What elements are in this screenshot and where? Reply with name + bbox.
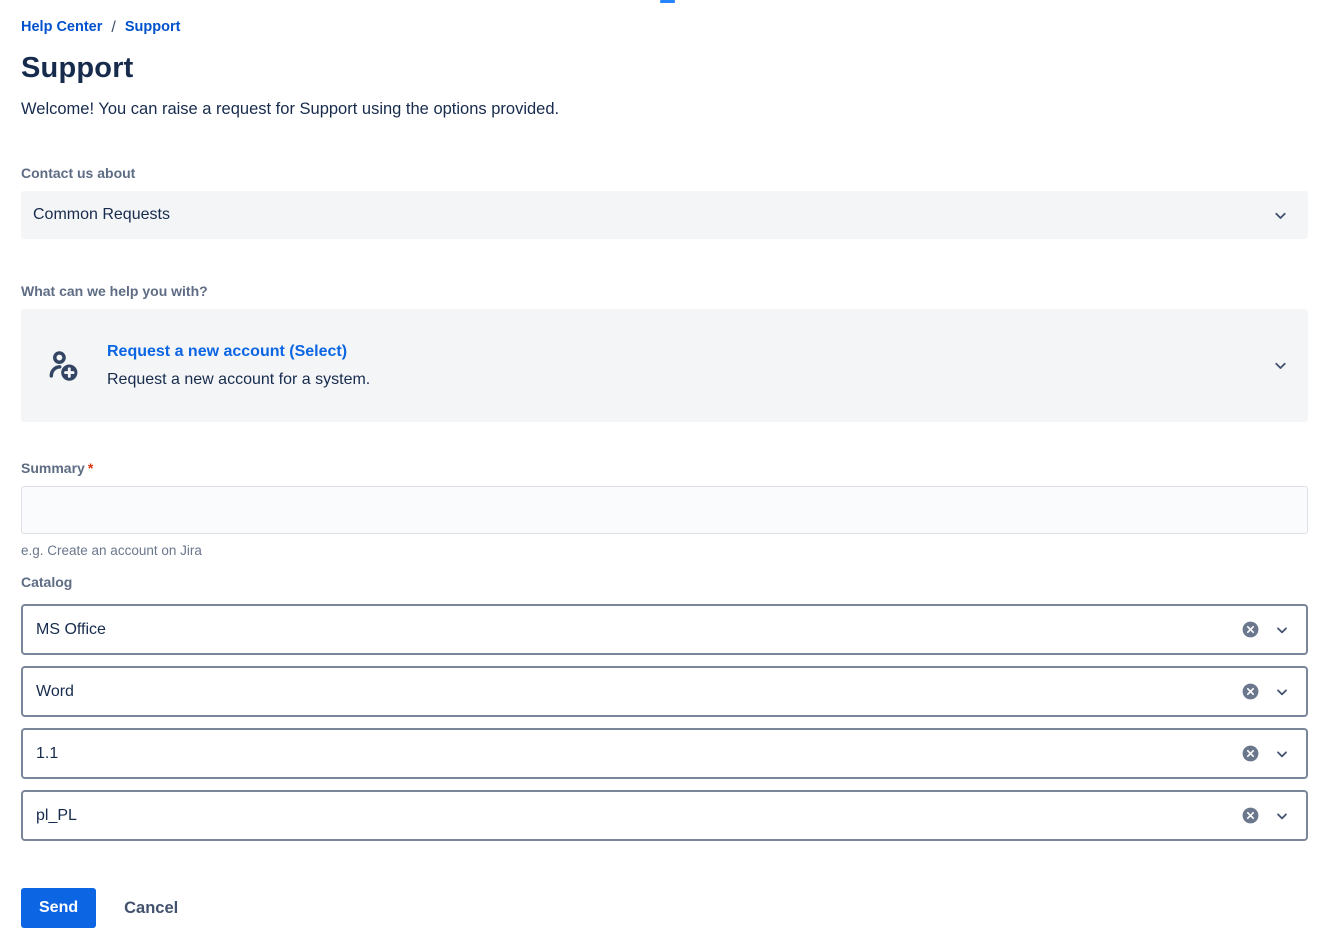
chevron-down-icon: [1274, 622, 1290, 638]
chevron-down-icon: [1272, 207, 1289, 224]
catalog-select-value: MS Office: [36, 621, 1241, 639]
summary-label-text: Summary: [21, 460, 85, 476]
summary-input[interactable]: [21, 486, 1308, 534]
clear-icon[interactable]: [1241, 620, 1260, 639]
request-type-description: Request a new account for a system.: [107, 370, 1272, 389]
add-user-icon: [45, 347, 81, 385]
breadcrumb-link-help-center[interactable]: Help Center: [21, 18, 102, 37]
contact-about-label: Contact us about: [21, 165, 1308, 182]
help-with-label: What can we help you with?: [21, 283, 1308, 300]
catalog-select-level-2[interactable]: Word: [21, 666, 1308, 717]
breadcrumb: Help Center / Support: [21, 18, 1308, 37]
clear-icon[interactable]: [1241, 682, 1260, 701]
contact-about-value: Common Requests: [33, 206, 170, 224]
request-type-select[interactable]: Request a new account (Select) Request a…: [21, 309, 1308, 422]
request-type-title: Request a new account (Select): [107, 342, 1272, 361]
catalog-select-level-3[interactable]: 1.1: [21, 728, 1308, 779]
catalog-select-value: 1.1: [36, 745, 1241, 763]
required-asterisk: *: [88, 460, 93, 476]
request-type-group: What can we help you with? Request a new…: [21, 283, 1308, 422]
contact-about-select[interactable]: Common Requests: [21, 191, 1308, 239]
clear-icon[interactable]: [1241, 806, 1260, 825]
catalog-select-level-1[interactable]: MS Office: [21, 604, 1308, 655]
catalog-select-level-4[interactable]: pl_PL: [21, 790, 1308, 841]
summary-label: Summary*: [21, 460, 1308, 477]
contact-about-group: Contact us about Common Requests: [21, 165, 1308, 239]
support-request-page: Help Center / Support Support Welcome! Y…: [0, 0, 1326, 928]
catalog-group: Catalog MS Office Word 1.1: [21, 574, 1308, 841]
breadcrumb-link-support[interactable]: Support: [125, 18, 181, 37]
clear-icon[interactable]: [1241, 744, 1260, 763]
chevron-down-icon: [1274, 808, 1290, 824]
chevron-down-icon: [1274, 746, 1290, 762]
breadcrumb-separator: /: [111, 18, 115, 37]
request-type-texts: Request a new account (Select) Request a…: [107, 342, 1272, 389]
chevron-down-icon: [1272, 357, 1289, 374]
summary-helper-text: e.g. Create an account on Jira: [21, 542, 1308, 559]
summary-group: Summary* e.g. Create an account on Jira: [21, 460, 1308, 559]
catalog-select-value: pl_PL: [36, 807, 1241, 825]
catalog-select-value: Word: [36, 683, 1241, 701]
welcome-text: Welcome! You can raise a request for Sup…: [21, 100, 1308, 119]
cancel-button[interactable]: Cancel: [124, 899, 178, 918]
form-actions: Send Cancel: [21, 888, 1308, 928]
send-button[interactable]: Send: [21, 888, 96, 928]
top-accent-bar: [660, 0, 675, 3]
page-title: Support: [21, 51, 1308, 85]
catalog-label: Catalog: [21, 574, 1308, 591]
chevron-down-icon: [1274, 684, 1290, 700]
